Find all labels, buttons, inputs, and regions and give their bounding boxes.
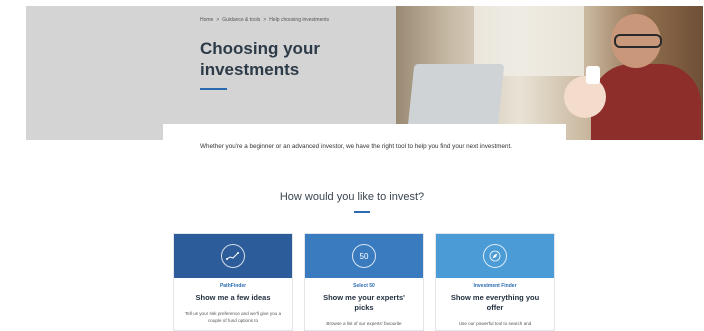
breadcrumb: Home > Guidance & tools > Help choosing …	[200, 17, 329, 23]
photo-person-body	[591, 64, 701, 140]
photo-laptop	[407, 64, 505, 128]
card-eyebrow: PathFinder	[219, 283, 247, 289]
card-eyebrow: Investment Finder	[473, 283, 517, 289]
card-description: Use our powerful tool to search and	[458, 321, 532, 326]
intro-text: Whether you're a beginner or an advanced…	[200, 143, 513, 150]
card-title[interactable]: Show me everything you offer	[444, 293, 546, 313]
card-header: 50	[305, 234, 423, 278]
compass-icon	[483, 244, 507, 268]
select-50-icon-label: 50	[359, 251, 369, 261]
card-pathfinder[interactable]: PathFinder Show me a few ideas Tell us y…	[173, 233, 293, 331]
breadcrumb-home[interactable]: Home	[200, 17, 213, 23]
page-title: Choosing your investments	[200, 39, 320, 79]
content-card-top	[163, 124, 566, 144]
card-header	[174, 234, 292, 278]
card-investment-finder[interactable]: Investment Finder Show me everything you…	[435, 233, 555, 331]
hero-photo	[396, 6, 703, 140]
card-description: Browse a list of our experts' favourite	[326, 321, 402, 326]
card-eyebrow: Select 50	[353, 283, 375, 289]
path-chart-icon	[221, 244, 245, 268]
section-heading: How would you like to invest?	[279, 191, 425, 203]
breadcrumb-separator: >	[216, 17, 220, 23]
select-50-icon: 50	[352, 244, 376, 268]
card-title[interactable]: Show me a few ideas	[182, 293, 284, 303]
breadcrumb-separator: >	[263, 17, 267, 23]
card-description: Tell us your risk preference and we'll g…	[184, 311, 282, 323]
breadcrumb-guidance-tools[interactable]: Guidance & tools	[222, 17, 260, 23]
photo-cup	[586, 66, 600, 84]
photo-glasses	[614, 34, 662, 48]
breadcrumb-current: Help choosing investments	[269, 17, 330, 23]
section-underline	[354, 211, 370, 213]
card-header	[436, 234, 554, 278]
title-underline	[200, 88, 227, 90]
card-select-50[interactable]: 50 Select 50 Show me your experts' picks…	[304, 233, 424, 331]
card-title[interactable]: Show me your experts' picks	[313, 293, 415, 313]
